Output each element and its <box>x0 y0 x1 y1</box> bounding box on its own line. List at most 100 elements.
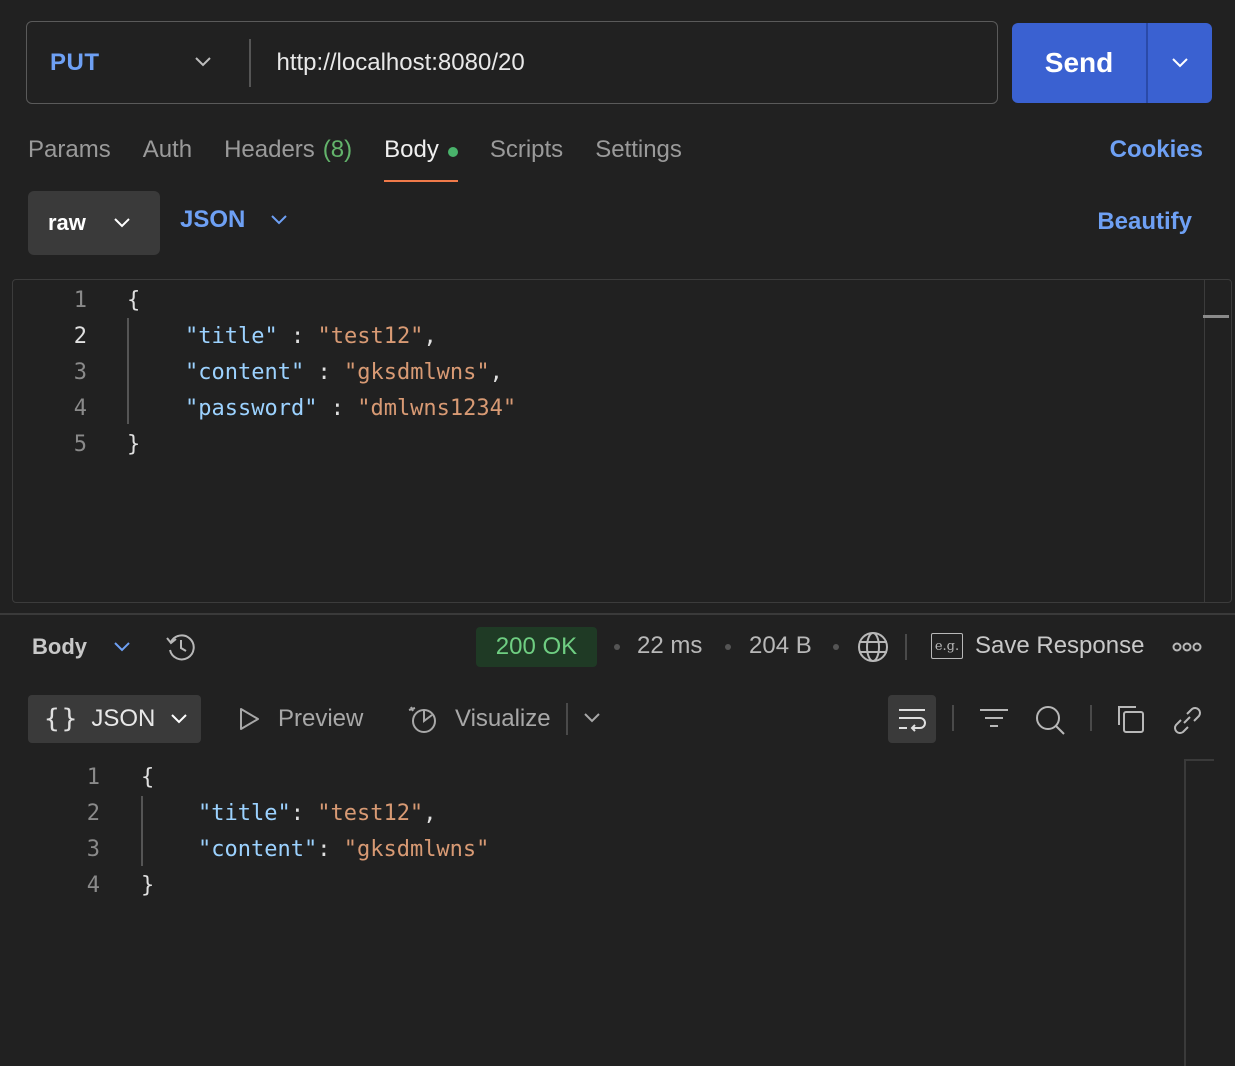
language-dropdown[interactable]: JSON <box>180 206 289 234</box>
code-line: "title" : "test12", <box>185 324 437 349</box>
divider <box>905 634 907 660</box>
json-key: "title" <box>198 801 291 826</box>
code-line: "content": "gksdmlwns" <box>198 837 490 862</box>
visualize-button[interactable]: Visualize <box>407 703 551 735</box>
braces-icon: {} <box>44 704 80 734</box>
tab-settings[interactable]: Settings <box>595 134 682 182</box>
line-number: 1 <box>86 765 100 790</box>
divider <box>1090 705 1092 731</box>
scrollbar-edge <box>1184 759 1214 761</box>
more-options-icon[interactable] <box>1172 637 1202 657</box>
tab-params[interactable]: Params <box>28 134 111 182</box>
line-number: 2 <box>86 801 100 826</box>
tab-label: Auth <box>142 136 193 163</box>
method-dropdown[interactable]: PUT <box>27 22 249 103</box>
link-icon[interactable] <box>1170 703 1204 737</box>
visualize-label: Visualize <box>455 705 551 732</box>
format-label: JSON <box>91 705 156 732</box>
code-line: "title": "test12", <box>198 801 437 826</box>
language-label: JSON <box>180 206 246 233</box>
json-value: "gksdmlwns" <box>343 360 490 385</box>
example-icon[interactable]: e.g. <box>931 633 963 659</box>
separator-dot <box>833 644 839 650</box>
tab-label: Body <box>384 136 439 163</box>
history-icon[interactable] <box>164 630 198 664</box>
beautify-button[interactable]: Beautify <box>1097 208 1192 236</box>
body-mode-dropdown[interactable]: raw <box>28 191 160 255</box>
code-line: } <box>141 873 155 898</box>
response-format-dropdown[interactable]: {} JSON <box>28 695 201 743</box>
code-line: } <box>127 432 141 457</box>
request-body-editor[interactable]: 1 2 3 4 5 { "title" : "test12", "content… <box>12 279 1232 603</box>
send-options-button[interactable] <box>1148 23 1213 103</box>
divider <box>952 705 954 731</box>
chevron-down-icon[interactable] <box>112 637 132 657</box>
save-response-button[interactable]: Save Response <box>975 632 1144 660</box>
line-number: 3 <box>73 360 87 385</box>
tab-label: Params <box>28 136 111 163</box>
chevron-down-icon <box>1172 58 1188 68</box>
filter-icon[interactable] <box>978 703 1010 735</box>
word-wrap-icon <box>899 709 926 732</box>
line-number: 2 <box>73 324 87 349</box>
send-button[interactable]: Send <box>1012 23 1146 103</box>
line-number: 3 <box>86 837 100 862</box>
request-bar: PUT http://localhost:8080/20 <box>26 21 998 104</box>
globe-icon[interactable] <box>856 630 890 664</box>
scrollbar[interactable] <box>1184 760 1186 1066</box>
line-number: 4 <box>86 873 100 898</box>
preview-button[interactable]: Preview <box>236 705 363 733</box>
code-line: { <box>127 288 141 313</box>
response-section-label[interactable]: Body <box>32 634 87 660</box>
request-tabs: Params Auth Headers (8) Body Scripts Sett… <box>28 134 714 184</box>
tab-auth[interactable]: Auth <box>143 134 192 182</box>
visualize-icon <box>408 706 436 733</box>
url-input[interactable]: http://localhost:8080/20 <box>251 49 525 77</box>
tab-body[interactable]: Body <box>384 134 458 182</box>
json-value: "test12" <box>317 801 424 826</box>
json-key: "password" <box>185 396 318 421</box>
tab-scripts[interactable]: Scripts <box>490 134 563 182</box>
tab-label: Scripts <box>489 136 564 163</box>
tab-label: Headers <box>224 136 315 163</box>
body-mode-label: raw <box>48 210 86 235</box>
cookies-link[interactable]: Cookies <box>1110 136 1203 164</box>
line-number: 5 <box>73 432 87 457</box>
tab-label: Settings <box>595 136 682 163</box>
status-badge: 200 OK <box>476 627 597 667</box>
scrollbar[interactable] <box>1203 280 1205 602</box>
line-number: 4 <box>73 396 87 421</box>
indent-guide <box>127 318 129 424</box>
divider <box>566 703 568 735</box>
indent-guide <box>141 796 143 866</box>
preview-label: Preview <box>278 705 364 732</box>
json-value: "gksdmlwns" <box>343 837 490 862</box>
search-icon[interactable] <box>1033 703 1067 737</box>
json-key: "title" <box>185 324 278 349</box>
pane-divider[interactable] <box>0 613 1235 615</box>
copy-icon[interactable] <box>1115 703 1147 735</box>
code-line: { <box>141 765 155 790</box>
scroll-marker <box>1203 315 1229 318</box>
response-time[interactable]: 22 ms <box>637 632 702 660</box>
code-line: "password" : "dmlwns1234" <box>185 396 517 421</box>
chevron-down-icon <box>195 57 211 67</box>
headers-count: (8) <box>322 136 353 163</box>
json-key: "content" <box>185 360 305 385</box>
chevron-down-icon <box>171 714 188 724</box>
method-label: PUT <box>50 48 100 76</box>
json-value: "test12" <box>317 324 424 349</box>
chevron-down-icon[interactable] <box>582 708 602 728</box>
example-icon-label: e.g. <box>934 638 960 654</box>
chevron-down-icon <box>114 218 130 228</box>
separator-dot <box>614 644 620 650</box>
json-key: "content" <box>198 837 318 862</box>
line-number: 1 <box>73 288 87 313</box>
chevron-down-icon <box>271 215 288 225</box>
separator-dot <box>725 644 731 650</box>
tab-headers[interactable]: Headers (8) <box>224 134 352 182</box>
play-icon <box>240 708 259 730</box>
word-wrap-button[interactable] <box>888 695 936 743</box>
json-value: "dmlwns1234" <box>357 396 517 421</box>
response-size[interactable]: 204 B <box>749 632 812 660</box>
